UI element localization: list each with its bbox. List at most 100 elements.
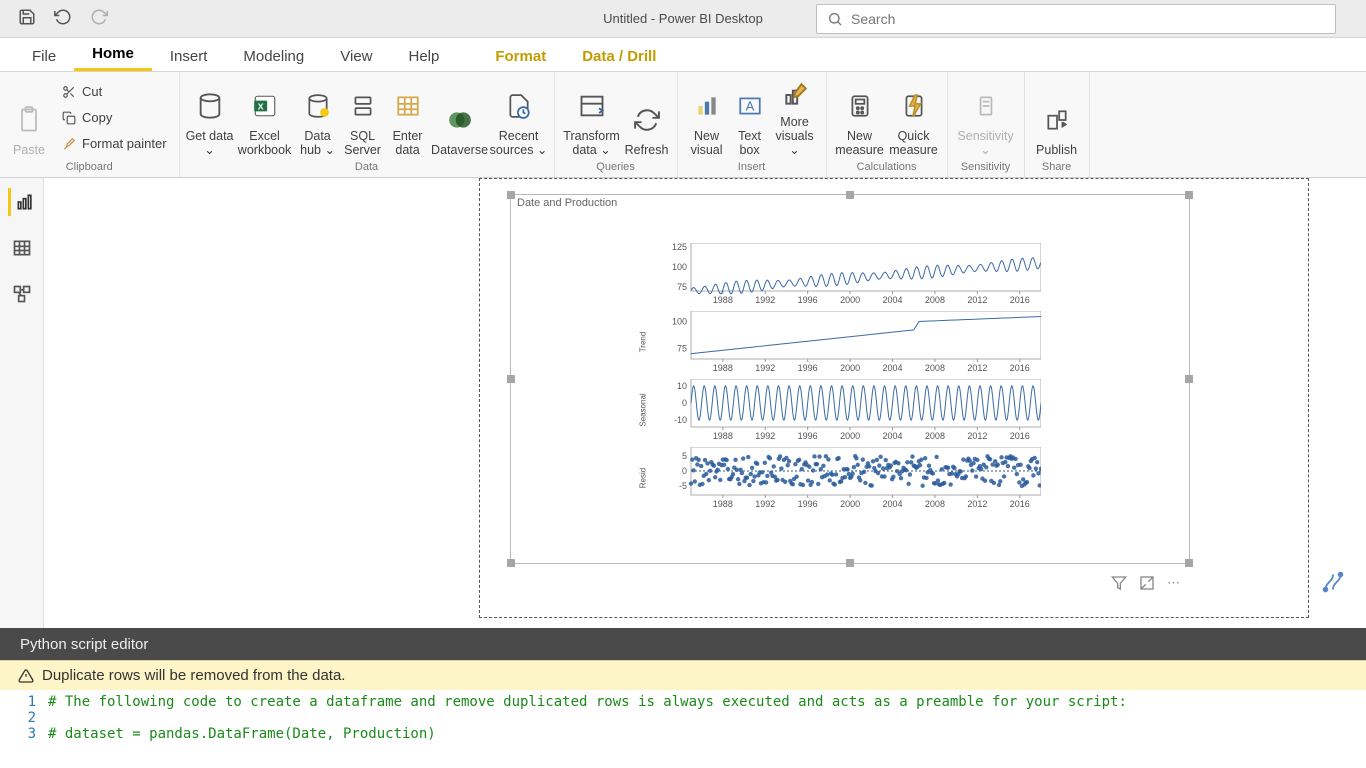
model-view-button[interactable]	[8, 280, 36, 308]
svg-text:2008: 2008	[925, 295, 945, 305]
tab-home[interactable]: Home	[74, 39, 152, 71]
svg-text:100: 100	[672, 317, 687, 327]
filter-icon[interactable]	[1111, 575, 1127, 583]
dataverse-button[interactable]: Dataverse	[430, 78, 490, 158]
refresh-button[interactable]: Refresh	[623, 78, 671, 158]
save-icon[interactable]	[18, 8, 36, 29]
undo-icon[interactable]	[54, 8, 72, 29]
svg-text:1996: 1996	[798, 499, 818, 509]
get-data-button[interactable]: Get data ⌄	[186, 78, 234, 158]
svg-text:1992: 1992	[755, 363, 775, 373]
svg-text:75: 75	[677, 343, 687, 353]
svg-text:125: 125	[672, 243, 687, 252]
tab-data-drill[interactable]: Data / Drill	[564, 42, 674, 71]
tab-view[interactable]: View	[322, 42, 390, 71]
sensitivity-button[interactable]: Sensitivity⌄	[954, 78, 1018, 158]
ribbon: Paste Cut Copy Format painter Clipboard	[0, 72, 1366, 178]
svg-text:0: 0	[682, 466, 687, 476]
group-insert-label: Insert	[678, 159, 826, 177]
focus-mode-icon[interactable]	[1139, 575, 1155, 583]
svg-text:2000: 2000	[840, 499, 860, 509]
resize-handle[interactable]	[1185, 191, 1193, 199]
svg-text:2012: 2012	[967, 499, 987, 509]
data-hub-button[interactable]: Data hub ⌄	[296, 78, 340, 158]
svg-text:2012: 2012	[967, 431, 987, 441]
svg-text:2004: 2004	[882, 295, 902, 305]
tab-insert[interactable]: Insert	[152, 42, 226, 71]
resize-handle[interactable]	[507, 559, 515, 567]
copy-icon	[62, 111, 76, 125]
copy-button[interactable]: Copy	[56, 106, 173, 130]
decomposition-chart: 75 100 125 1988 1992 1996 2000 2004 2008 2012 2016…	[661, 243, 1161, 515]
new-measure-button[interactable]: New measure	[833, 78, 887, 158]
resize-handle[interactable]	[846, 559, 854, 567]
data-view-button[interactable]	[8, 234, 36, 262]
resize-handle[interactable]	[507, 375, 515, 383]
report-canvas[interactable]: Date and Production 75 100 125 1988 1992 1996…	[44, 178, 1366, 628]
quick-measure-button[interactable]: Quick measure	[887, 78, 941, 158]
format-painter-button[interactable]: Format painter	[56, 132, 173, 156]
svg-text:X: X	[257, 101, 263, 111]
excel-button[interactable]: X Excel workbook	[234, 78, 296, 158]
ribbon-tabs: File Home Insert Modeling View Help Form…	[0, 38, 1366, 72]
tab-format[interactable]: Format	[477, 42, 564, 71]
code-editor[interactable]: 1# The following code to create a datafr…	[0, 690, 1366, 752]
svg-text:2000: 2000	[840, 431, 860, 441]
scissors-icon	[62, 85, 76, 99]
svg-text:1988: 1988	[713, 431, 733, 441]
sql-server-button[interactable]: SQL Server	[340, 78, 386, 158]
more-options-icon[interactable]: ⋯	[1167, 575, 1182, 583]
publish-button[interactable]: Publish	[1031, 78, 1083, 158]
paste-button[interactable]: Paste	[6, 78, 52, 158]
enter-data-button[interactable]: Enter data	[386, 78, 430, 158]
svg-text:5: 5	[682, 451, 687, 461]
report-view-button[interactable]	[8, 188, 36, 216]
svg-text:75: 75	[677, 282, 687, 292]
svg-text:2016: 2016	[1010, 295, 1030, 305]
text-box-button[interactable]: A Text box	[730, 78, 770, 158]
svg-text:0: 0	[682, 398, 687, 408]
svg-text:2004: 2004	[882, 499, 902, 509]
script-editor-header[interactable]: Python script editor	[0, 628, 1366, 660]
view-switcher	[0, 178, 44, 628]
svg-text:1996: 1996	[798, 431, 818, 441]
svg-text:2016: 2016	[1010, 363, 1030, 373]
more-visuals-button[interactable]: More visuals ⌄	[770, 78, 820, 158]
tab-file[interactable]: File	[14, 42, 74, 71]
group-share-label: Share	[1025, 159, 1089, 177]
resize-handle[interactable]	[846, 191, 854, 199]
new-visual-button[interactable]: New visual	[684, 78, 730, 158]
svg-text:1992: 1992	[755, 499, 775, 509]
redo-icon[interactable]	[90, 8, 108, 29]
recent-sources-button[interactable]: Recent sources ⌄	[490, 78, 548, 158]
tab-modeling[interactable]: Modeling	[225, 42, 322, 71]
search-input[interactable]	[816, 4, 1336, 34]
warning-icon	[18, 668, 34, 684]
cut-button[interactable]: Cut	[56, 80, 173, 104]
resize-handle[interactable]	[507, 191, 515, 199]
visual-title: Date and Production	[517, 197, 617, 209]
tab-help[interactable]: Help	[391, 42, 458, 71]
resize-handle[interactable]	[1185, 375, 1193, 383]
app-title: Untitled - Power BI Desktop	[603, 11, 763, 26]
group-data-label: Data	[180, 159, 554, 177]
svg-text:1992: 1992	[755, 431, 775, 441]
svg-text:A: A	[745, 98, 754, 113]
svg-text:2004: 2004	[882, 363, 902, 373]
svg-text:-5: -5	[679, 481, 687, 491]
svg-text:1996: 1996	[798, 295, 818, 305]
svg-text:1996: 1996	[798, 363, 818, 373]
group-queries-label: Queries	[555, 159, 677, 177]
title-bar: Untitled - Power BI Desktop	[0, 0, 1366, 38]
group-calc-label: Calculations	[827, 159, 947, 177]
svg-text:1988: 1988	[713, 295, 733, 305]
report-page[interactable]: Date and Production 75 100 125 1988 1992 1996…	[479, 178, 1309, 618]
transform-data-button[interactable]: Transform data ⌄	[561, 78, 623, 158]
search-icon	[827, 11, 843, 27]
python-visual[interactable]: Date and Production 75 100 125 1988 1992 1996…	[510, 194, 1190, 564]
svg-text:2000: 2000	[840, 363, 860, 373]
visual-header-tools: ⋯	[1111, 575, 1182, 583]
resize-handle[interactable]	[1185, 559, 1193, 567]
svg-text:1988: 1988	[713, 499, 733, 509]
svg-text:2008: 2008	[925, 363, 945, 373]
